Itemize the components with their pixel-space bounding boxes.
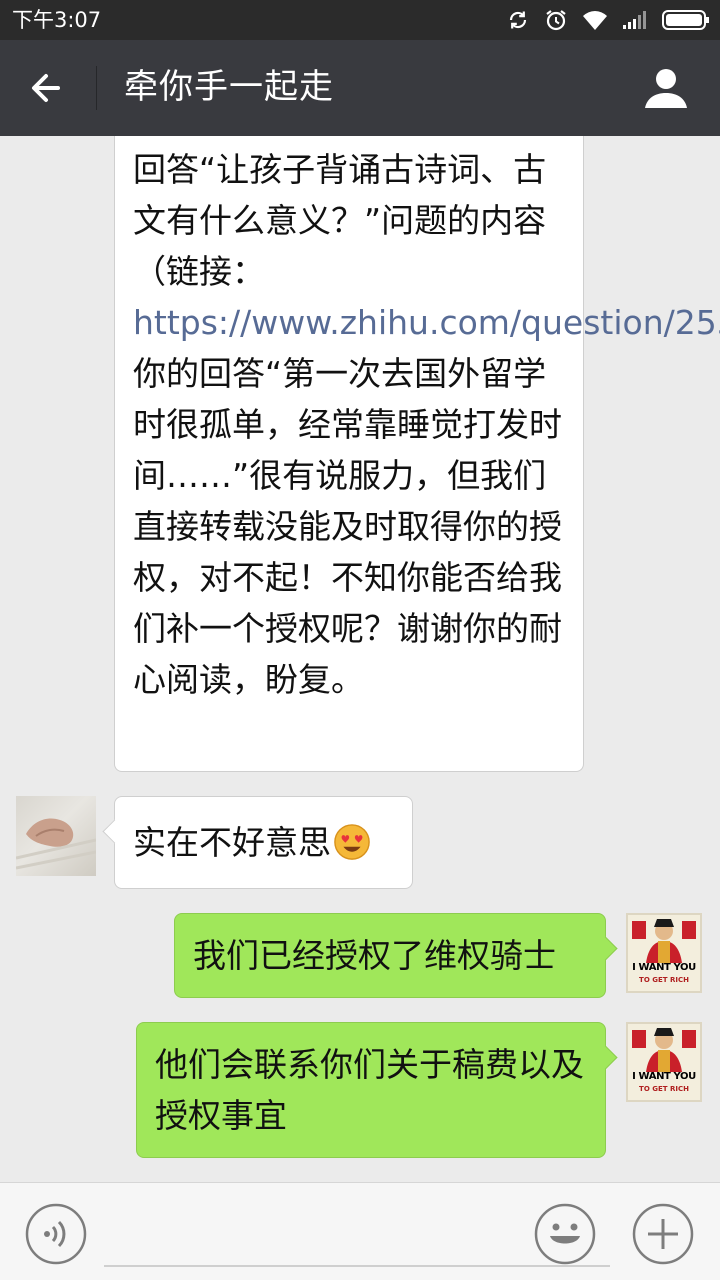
status-bar: 下午3:07 xyxy=(0,0,720,40)
back-button[interactable] xyxy=(22,64,74,112)
chat-info-button[interactable] xyxy=(642,64,690,112)
plus-icon xyxy=(632,1203,694,1265)
heart-eyes-emoji-icon xyxy=(334,824,370,860)
voice-button[interactable] xyxy=(25,1203,87,1265)
signal-icon xyxy=(623,11,646,29)
emoji-icon xyxy=(534,1203,596,1265)
status-time: 下午3:07 xyxy=(12,8,102,32)
my-avatar[interactable]: I WANT YOU TO GET RICH xyxy=(626,1022,706,1102)
voice-icon xyxy=(25,1203,87,1265)
profile-icon xyxy=(645,69,687,108)
my-avatar[interactable]: I WANT YOU TO GET RICH xyxy=(626,913,706,993)
chat-title: 牵你手一起走 xyxy=(124,67,334,107)
poster-title: I WANT YOU xyxy=(632,1071,696,1082)
alarm-icon xyxy=(546,10,566,31)
poster-subtitle: TO GET RICH xyxy=(639,1085,689,1093)
message-text: 他们会联系你们关于稿费以及授权事宜 xyxy=(155,1045,584,1135)
message-text: ），你的回答“第一次去国外留学时很孤单，经常靠睡觉打发时间……”很有说服力，但我… xyxy=(133,354,562,699)
status-icons xyxy=(506,6,710,34)
contact-avatar[interactable] xyxy=(16,796,96,876)
poster-avatar-image: I WANT YOU TO GET RICH xyxy=(626,1022,702,1102)
avatar-photo xyxy=(16,818,96,870)
message-text: 回答“让孩子背诵古诗词、古文有什么意义？”问题的内容（链接： xyxy=(133,150,547,291)
poster-subtitle: TO GET RICH xyxy=(639,976,689,984)
wifi-icon xyxy=(583,11,607,30)
input-bar xyxy=(0,1182,720,1280)
message-bubble-sent[interactable]: 我们已经授权了维权骑士 xyxy=(174,913,606,998)
message-bubble-sent[interactable]: 他们会联系你们关于稿费以及授权事宜 xyxy=(136,1022,606,1158)
message-bubble-received[interactable]: 实在不好意思 xyxy=(114,796,413,889)
poster-title: I WANT YOU xyxy=(632,962,696,973)
message-text: 实在不好意思 xyxy=(133,823,331,862)
more-options-button[interactable] xyxy=(632,1203,694,1265)
message-link[interactable]: https://www.zhihu.com/question/25309580 xyxy=(133,303,720,342)
sync-icon xyxy=(509,11,527,29)
battery-icon xyxy=(662,10,709,30)
back-arrow-icon xyxy=(32,74,60,102)
title-divider xyxy=(96,66,97,110)
chat-area: 回答“让孩子背诵古诗词、古文有什么意义？”问题的内容（链接： https://ww… xyxy=(0,136,720,1182)
poster-avatar-image: I WANT YOU TO GET RICH xyxy=(626,913,702,993)
message-text: 我们已经授权了维权骑士 xyxy=(193,936,556,975)
message-bubble-received[interactable]: 回答“让孩子背诵古诗词、古文有什么意义？”问题的内容（链接： https://ww… xyxy=(114,136,720,772)
title-bar: 牵你手一起走 xyxy=(0,40,720,136)
emoji-button[interactable] xyxy=(534,1203,596,1265)
